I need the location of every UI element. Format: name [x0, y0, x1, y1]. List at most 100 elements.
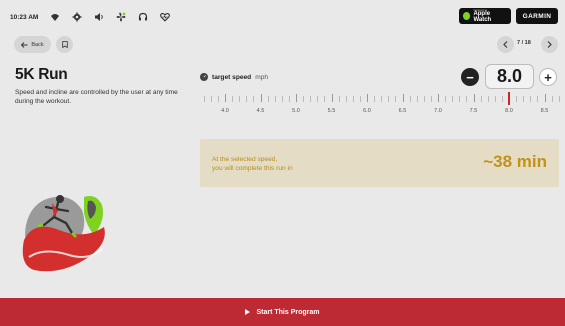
previous-program-button[interactable]	[497, 36, 514, 53]
page-indicator: 7 / 18	[517, 40, 531, 46]
play-icon	[245, 309, 251, 315]
ruler-tick	[324, 96, 326, 102]
ruler-tick	[288, 96, 290, 102]
ruler-tick	[359, 96, 361, 102]
ruler-tick	[267, 96, 269, 102]
wifi-icon[interactable]	[49, 12, 60, 23]
ruler-label: 6.0	[363, 108, 371, 114]
speed-unit: mph	[255, 73, 269, 81]
estimate-message: At the selected speed, you will complete…	[212, 155, 293, 173]
start-program-label: Start This Program	[256, 308, 320, 316]
bookmark-button[interactable]	[56, 36, 73, 53]
ruler-label: 8.0	[505, 108, 513, 114]
ruler-tick	[281, 96, 283, 102]
ruler-tick	[416, 96, 418, 102]
estimate-message-line1: At the selected speed,	[212, 156, 278, 163]
ruler-tick	[473, 94, 475, 102]
ruler-label: 5.5	[327, 108, 336, 114]
ruler-tick	[352, 96, 354, 102]
ruler-tick	[551, 96, 553, 102]
ruler-tick	[459, 96, 461, 102]
gear-icon[interactable]	[71, 12, 82, 23]
ruler-label: 7.0	[434, 108, 442, 114]
arrow-left-icon	[21, 41, 28, 48]
target-speed-text: target speed	[212, 73, 252, 81]
ruler-tick	[217, 96, 219, 102]
ruler-tick	[395, 96, 397, 102]
ruler-tick	[537, 96, 539, 102]
fan-icon[interactable]	[115, 12, 126, 23]
status-time: 10:23 AM	[10, 13, 39, 21]
ruler-tick	[501, 96, 503, 102]
ruler-tick	[452, 96, 454, 102]
ruler-tick	[225, 94, 226, 102]
ruler-tick	[388, 96, 390, 102]
ruler-tick	[402, 94, 404, 102]
ruler-tick	[303, 96, 305, 102]
ruler-tick	[558, 96, 560, 102]
ruler-tick	[523, 96, 525, 102]
ruler-tick	[232, 96, 234, 102]
ruler-label: 8.5	[540, 108, 549, 114]
status-bar: 10:23 AM	[10, 9, 170, 25]
start-program-button[interactable]: Start This Program	[0, 298, 565, 326]
apple-watch-label: Apple Watch	[473, 11, 492, 24]
next-program-button[interactable]	[541, 36, 558, 53]
ruler-tick	[296, 94, 297, 102]
speed-value-display: 8.0	[485, 64, 534, 89]
ruler-tick	[310, 96, 312, 102]
ruler-tick	[367, 94, 368, 102]
device-badges: Connect to Apple Watch GARMIN	[459, 8, 558, 24]
ruler-tick	[516, 96, 518, 102]
ruler-tick	[381, 96, 383, 102]
increase-speed-button[interactable]: +	[539, 68, 557, 86]
ruler-label: 7.5	[469, 108, 478, 114]
ruler-tick	[345, 96, 347, 102]
ruler-label: 4.5	[256, 108, 265, 114]
ruler-tick	[445, 96, 447, 102]
back-label: Back	[31, 41, 44, 48]
ruler-tick	[338, 96, 340, 102]
ruler-tick	[530, 96, 532, 102]
speed-marker-handle[interactable]	[508, 92, 510, 105]
estimate-message-line2: you will complete this run in	[212, 165, 293, 172]
ruler-tick	[430, 96, 432, 102]
estimated-time: ~38 min	[483, 152, 547, 171]
heart-icon[interactable]	[159, 12, 170, 23]
target-speed-label: target speed mph	[200, 73, 268, 81]
ruler-tick	[480, 96, 482, 102]
speed-ruler-slider[interactable]: 4.0 4.5 5.0 5.5 6.0 6.5 7.0 7.5 8.0 8.5	[203, 91, 560, 121]
garmin-button[interactable]: GARMIN	[516, 8, 558, 24]
ruler-tick	[210, 96, 212, 102]
ruler-label: 5.0	[292, 108, 300, 114]
watch-icon	[463, 12, 471, 20]
volume-icon[interactable]	[93, 12, 104, 23]
runner-illustration	[22, 195, 105, 272]
chevron-right-icon	[547, 41, 552, 48]
ruler-tick	[274, 96, 276, 102]
ruler-tick	[438, 94, 439, 102]
ruler-tick	[544, 94, 546, 102]
bookmark-icon	[61, 41, 68, 48]
time-estimate-card: At the selected speed, you will complete…	[200, 139, 559, 187]
ruler-label: 6.5	[398, 108, 407, 114]
ruler-tick	[409, 96, 411, 102]
headphones-icon[interactable]	[137, 12, 148, 23]
speed-gauge-icon	[200, 73, 208, 81]
ruler-tick	[423, 96, 425, 102]
program-title: 5K Run	[15, 66, 68, 83]
ruler-tick	[487, 96, 489, 102]
chevron-left-icon	[503, 41, 508, 48]
decrease-speed-button[interactable]: −	[461, 68, 479, 86]
ruler-tick	[253, 96, 255, 102]
ruler-tick	[260, 94, 262, 102]
ruler-tick	[246, 96, 248, 102]
ruler-tick	[466, 96, 468, 102]
ruler-tick	[317, 96, 319, 102]
program-description: Speed and incline are controlled by the …	[15, 89, 178, 105]
ruler-tick	[203, 96, 205, 102]
back-button[interactable]: Back	[14, 36, 51, 53]
ruler-tick	[374, 96, 376, 102]
ruler-tick	[494, 96, 496, 102]
apple-watch-button[interactable]: Connect to Apple Watch	[459, 8, 511, 24]
